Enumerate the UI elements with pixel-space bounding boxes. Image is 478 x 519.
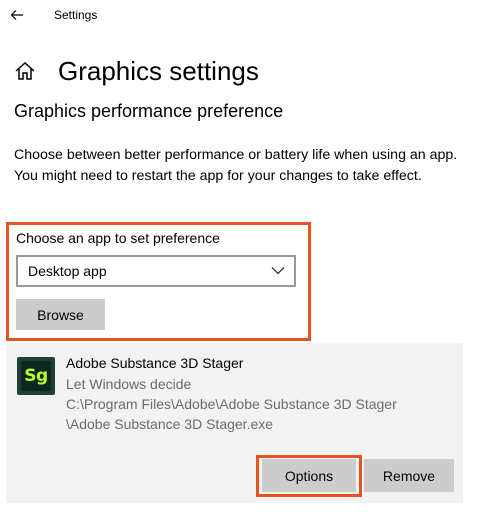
- options-button[interactable]: Options: [262, 459, 356, 492]
- remove-button[interactable]: Remove: [364, 459, 454, 492]
- browse-button[interactable]: Browse: [16, 299, 105, 330]
- section-description: Choose between better performance or bat…: [14, 147, 458, 184]
- home-button[interactable]: [14, 61, 38, 83]
- title-bar: Settings: [0, 0, 478, 32]
- app-path-line-2: \Adobe Substance 3D Stager.exe: [66, 416, 274, 432]
- choose-app-label: Choose an app to set preference: [16, 230, 220, 246]
- substance-stager-icon: Sg: [17, 357, 55, 395]
- page-title: Graphics settings: [58, 56, 259, 86]
- app-path-line-1: C:\Program Files\Adobe\Adobe Substance 3…: [66, 396, 397, 412]
- app-type-selected: Desktop app: [28, 263, 107, 279]
- section-title: Graphics performance preference: [14, 101, 284, 121]
- chevron-down-icon: [271, 267, 285, 275]
- app-title: Settings: [54, 8, 98, 22]
- app-icon-inner: Sg: [21, 361, 51, 391]
- back-arrow-icon: [10, 10, 23, 20]
- home-icon: [15, 61, 35, 80]
- app-preference: Let Windows decide: [66, 376, 192, 392]
- back-button[interactable]: [6, 4, 28, 26]
- app-name: Adobe Substance 3D Stager: [66, 355, 244, 371]
- app-icon-text: Sg: [24, 366, 48, 386]
- app-type-dropdown[interactable]: Desktop app: [16, 255, 296, 287]
- app-path: C:\Program Files\Adobe\Adobe Substance 3…: [66, 394, 446, 434]
